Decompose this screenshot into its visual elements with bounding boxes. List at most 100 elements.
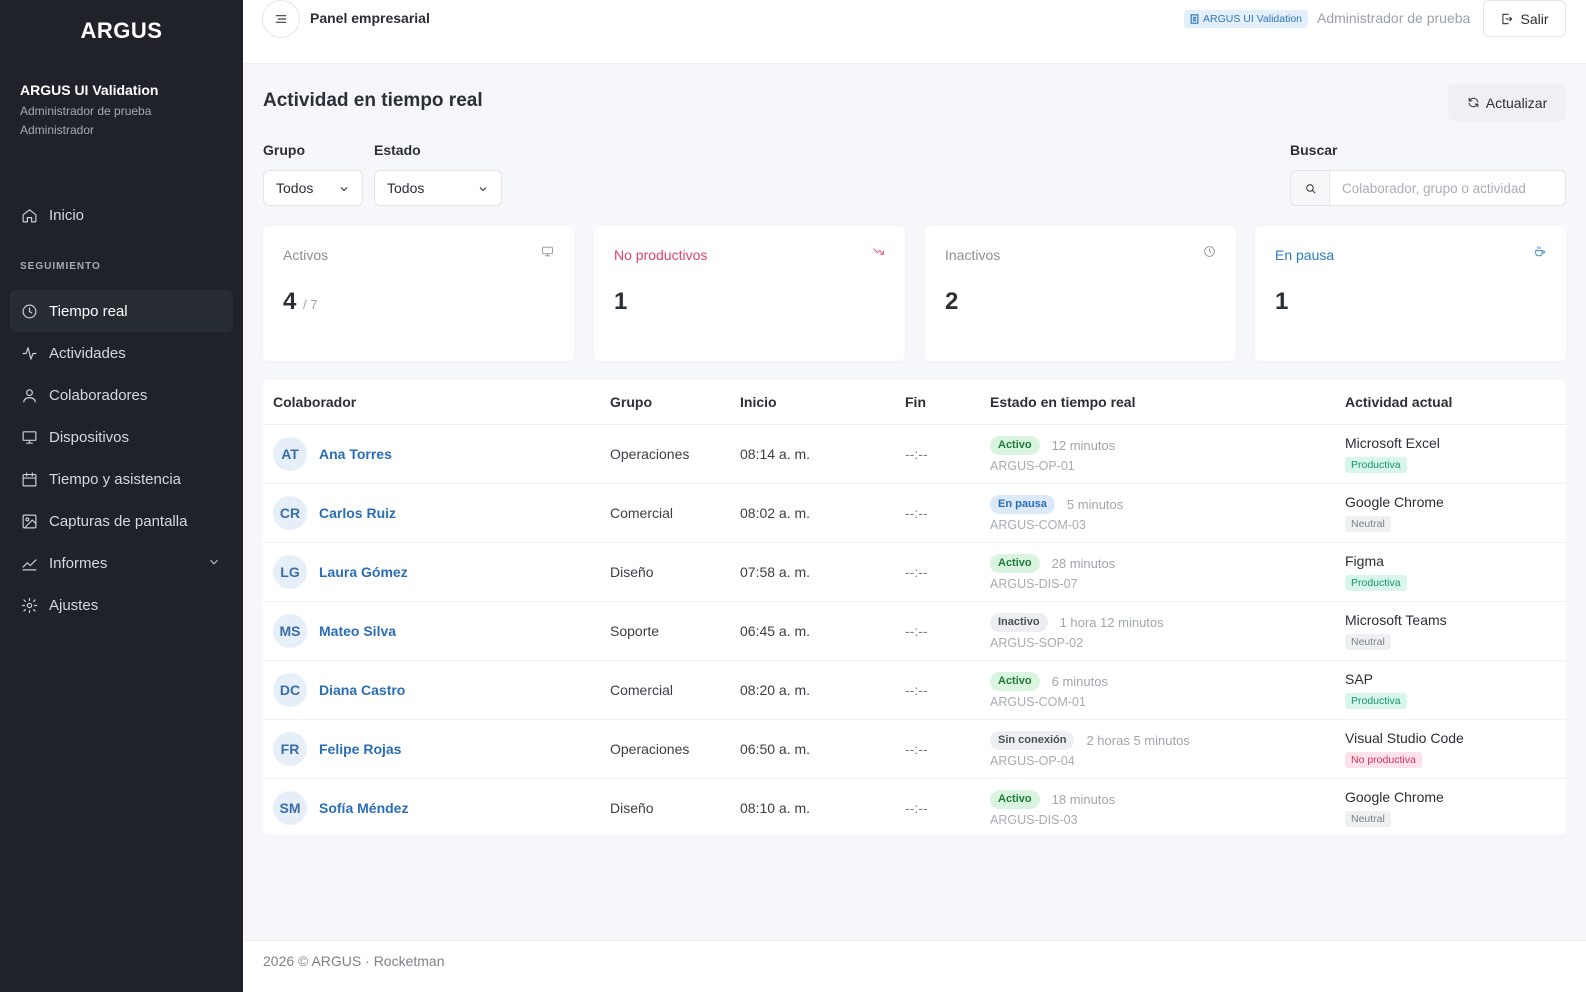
sidebar-item-dispositivos[interactable]: Dispositivos [10,416,233,458]
table-row[interactable]: CR Carlos Ruiz Comercial 08:02 a. m. --:-- En… [263,483,1566,543]
cell-inicio: 08:14 a. m. [730,424,895,484]
cell-grupo: Comercial [600,483,730,543]
card-label: Activos [283,247,329,263]
org-name: ARGUS UI Validation [20,82,159,98]
status-duration: 28 minutos [1051,555,1116,571]
colaborador-link[interactable]: Diana Castro [319,682,405,698]
refresh-icon [1468,97,1479,108]
device-id: ARGUS-OP-04 [990,754,1075,768]
refresh-button[interactable]: Actualizar [1448,84,1566,121]
sidebar-item-label: Inicio [49,206,85,224]
cell-actividad: Figma Productiva [1335,542,1566,602]
status-badge: Sin conexión [990,730,1075,750]
state-filter-select[interactable]: Todos [374,170,502,206]
state-filter-label: Estado [374,142,421,158]
header-inicio[interactable]: Inicio [730,380,895,425]
cell-colaborador: LG Laura Gómez [263,542,600,602]
coffee-icon [1533,245,1546,263]
cell-fin: --:-- [895,424,980,484]
status-badge: Activo [990,435,1040,455]
org-badge-label: ARGUS UI Validation [1203,13,1303,25]
group-filter-select[interactable]: Todos [263,170,363,206]
productivity-tag: Neutral [1345,515,1391,532]
cell-grupo: Diseño [610,799,654,816]
activity-table: Colaborador Grupo Inicio Fin Estado en t… [263,380,1566,837]
current-app: Figma [1345,552,1384,569]
status-badge: Activo [990,789,1040,809]
device-id: ARGUS-SOP-02 [990,636,1084,650]
brand-logo[interactable]: ARGUS [0,0,243,62]
sidebar-item-tiempo-real[interactable]: Tiempo real [10,290,233,332]
activity-icon [20,344,38,362]
sidebar-item-label: Tiempo y asistencia [49,470,181,488]
refresh-label: Actualizar [1485,94,1548,111]
card-label: En pausa [1275,247,1335,263]
cell-colaborador: AT Ana Torres [263,424,600,484]
sidebar-item-capturas[interactable]: Capturas de pantalla [10,500,233,542]
table-row[interactable]: DC Diana Castro Comercial 08:20 a. m. --:-- A… [263,660,1566,720]
cell-actividad: Microsoft Teams Neutral [1335,601,1566,661]
status-badge: Activo [990,671,1040,691]
table-row[interactable]: AT Ana Torres Operaciones 08:14 a. m. --:-- A… [263,424,1566,484]
header-estado[interactable]: Estado en tiempo real [980,380,1335,425]
table-row[interactable]: MS Mateo Silva Soporte 06:45 a. m. --:-- Inac… [263,601,1566,661]
search-icon [1291,171,1330,205]
colaborador-link[interactable]: Laura Gómez [319,564,408,580]
panel-title: Panel empresarial [310,10,430,26]
status-duration: 2 horas 5 minutos [1086,732,1190,748]
cell-estado: Inactivo 1 hora 12 minutos ARGUS-SOP-02 [980,601,1335,661]
stat-card-inactive: Inactivos 2 [925,226,1236,361]
active-count: 4 [283,288,297,315]
user-role: Administrador [20,123,95,137]
search-input[interactable] [1330,171,1565,205]
building-icon [1190,14,1199,24]
status-duration: 6 minutos [1051,673,1108,689]
device-id: ARGUS-COM-03 [990,518,1086,532]
sidebar-item-actividades[interactable]: Actividades [10,332,233,374]
productivity-tag: Productiva [1345,456,1407,473]
cell-colaborador: DC Diana Castro [263,660,600,720]
colaborador-link[interactable]: Sofía Méndez [319,800,408,816]
logout-button[interactable]: Salir [1483,0,1566,37]
table-row[interactable]: FR Felipe Rojas Operaciones 06:50 a. m. --:-… [263,719,1566,779]
device-id: ARGUS-DIS-03 [990,813,1078,828]
cell-fin: --:-- [895,542,980,602]
active-total: / 7 [303,297,318,312]
table-body: AT Ana Torres Operaciones 08:14 a. m. --:-- A… [263,424,1566,837]
state-filter-value: Todos [387,180,425,196]
stat-card-active: Activos 4 / 7 [263,226,574,361]
table-row[interactable]: SM Sofía Méndez Diseño 08:10 a. m. --:-- Acti… [263,778,1566,837]
status-badge: Inactivo [990,612,1048,632]
current-app: Google Chrome [1345,788,1444,805]
image-icon [20,512,38,530]
sidebar-item-inicio[interactable]: Inicio [10,194,233,236]
header-colaborador[interactable]: Colaborador [263,380,600,425]
main-content: Actividad en tiempo real Actualizar Grup… [243,64,1586,940]
cell-actividad: Microsoft Excel Productiva [1335,424,1566,484]
colaborador-link[interactable]: Carlos Ruiz [319,505,396,521]
cell-actividad: Google Chrome Neutral [1335,483,1566,543]
header-grupo[interactable]: Grupo [600,380,730,425]
colaborador-link[interactable]: Felipe Rojas [319,741,401,757]
sidebar-item-informes[interactable]: Informes [10,542,233,584]
colaborador-link[interactable]: Ana Torres [319,446,392,462]
header-actividad[interactable]: Actividad actual [1335,380,1566,425]
cell-estado: Activo 6 minutos ARGUS-COM-01 [980,660,1335,720]
cell-estado: Activo 12 minutos ARGUS-OP-01 [980,424,1335,484]
status-badge: Activo [990,553,1040,573]
menu-toggle-button[interactable] [262,0,300,38]
header-fin[interactable]: Fin [895,380,980,425]
table-row[interactable]: LG Laura Gómez Diseño 07:58 a. m. --:-- Activ… [263,542,1566,602]
card-value: 1 [1275,288,1289,315]
sidebar-item-ajustes[interactable]: Ajustes [10,584,233,626]
search-label: Buscar [1290,142,1338,158]
cell-inicio: 08:20 a. m. [730,660,895,720]
calendar-icon [20,470,38,488]
colaborador-link[interactable]: Mateo Silva [319,623,396,639]
sidebar-item-colaboradores[interactable]: Colaboradores [10,374,233,416]
chevron-down-icon[interactable] [207,555,221,573]
cell-grupo: Diseño [600,542,730,602]
cell-actividad: SAP Productiva [1335,660,1566,720]
sidebar-item-label: Tiempo real [49,302,128,320]
sidebar-item-tiempo-asistencia[interactable]: Tiempo y asistencia [10,458,233,500]
